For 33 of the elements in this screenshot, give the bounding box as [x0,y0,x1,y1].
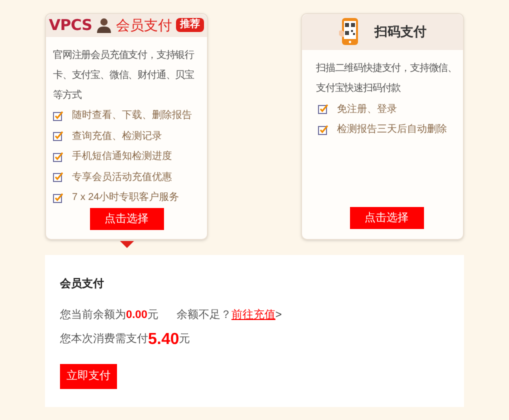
select-button[interactable]: 点击选择 [350,207,424,229]
card-description: 官网注册会员充值支付，支持银行卡、支付宝、微信、财付通、贝宝等方式 [53,48,196,102]
balance-text: 您当前余额为0.00元 [60,308,158,322]
checkbox-icon [53,110,63,121]
pay-button[interactable]: 立即支付 [60,364,117,388]
insufficient-text: 余额不足？ [176,308,232,322]
selected-arrow-icon [120,241,134,248]
feature-text: 7 x 24小时专职客户服务 [72,190,180,206]
due-label: 您本次消费需支付 [60,332,148,347]
feature-text: 专享会员活动充值优惠 [72,170,172,185]
logo: VPCS [48,15,92,36]
recommend-badge: 推荐 [176,18,204,32]
feature-text: 查询充值、检测记录 [72,130,162,144]
recharge-link[interactable]: 前往充值 [231,306,276,323]
feature-text: 手机短信通知检测进度 [72,150,172,164]
checkbox-icon [53,131,63,142]
card-description: 扫描二维码快捷支付，支持微信、支付宝快速扫码付款 [316,62,457,96]
feature-text: 免注册、登录 [337,102,397,117]
card-title: 扫码支付 [374,23,426,42]
arrow-text: > [275,308,282,322]
select-button[interactable]: 点击选择 [90,208,164,230]
due-unit: 元 [179,332,190,347]
checkbox-icon [53,192,63,203]
checkbox-icon [318,124,328,135]
checkbox-icon [53,152,63,162]
checkbox-icon [53,172,63,182]
checkbox-icon [318,104,328,114]
due-amount: 5.40 [148,332,180,348]
person-icon [96,17,112,34]
card-title: 会员支付 [116,16,172,35]
feature-text: 检测报告三天后自动删除 [337,122,447,138]
panel-title: 会员支付 [60,276,105,292]
feature-text: 随时查看、下载、删除报告 [72,108,192,124]
